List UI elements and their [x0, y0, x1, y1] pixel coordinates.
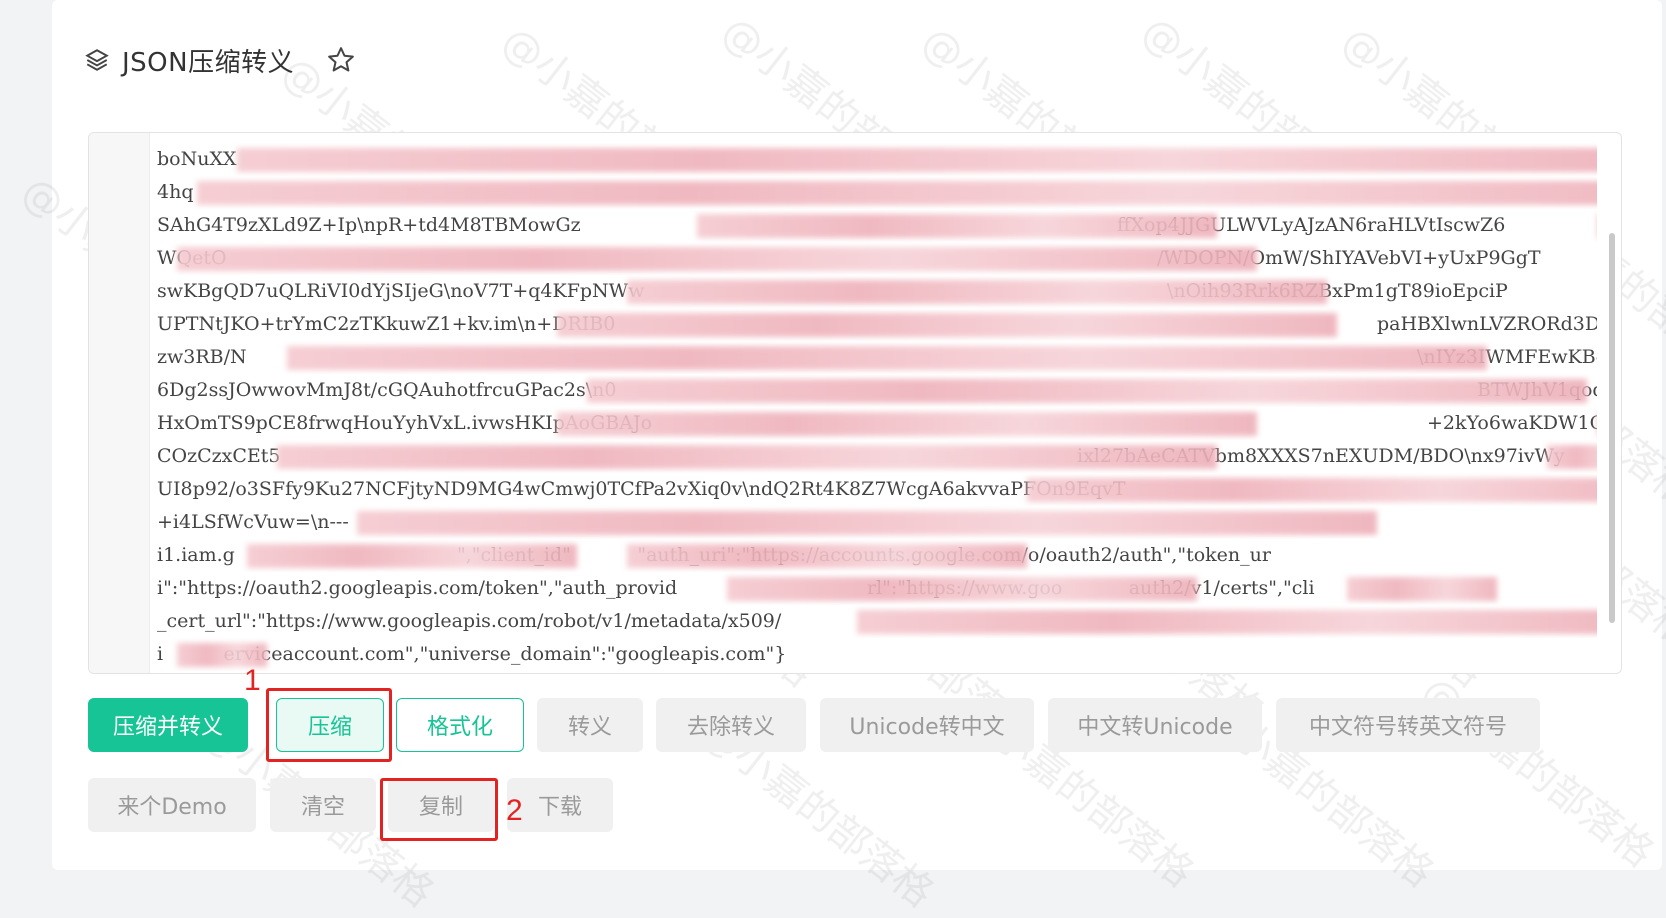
compress-button[interactable]: 压缩 [276, 698, 384, 752]
code-line: 6Dg2ssJOwwovMmJ8t/cGQAuhotfrcuGPac2s\n0B… [157, 374, 1597, 407]
redacted-blur [857, 610, 1597, 634]
code-area[interactable]: boNuXX 4hq SAhG4T9zXLd9Z+Ip\npR+td4M8TBMow… [157, 143, 1597, 671]
code-line: COzCzxCEt5 ixl27bAeCATVbm8XXXS7nEXUDM/BDO… [157, 440, 1597, 473]
code-line: i erviceaccount.com","universe_domain":"… [157, 638, 1597, 671]
code-line: zw3RB/N\nIYz3IWMFEwKBgBO2LS5 [157, 341, 1597, 374]
code-line: WQetO/WDOPN/OmW/ShIYAVebVI+yUxP9GgT [157, 242, 1597, 275]
code-line: UI8p92/o3SFfy9Ku27NCFjtyND9MG4wCmwj0TCfP… [157, 473, 1597, 506]
json-editor[interactable]: boNuXX 4hq SAhG4T9zXLd9Z+Ip\npR+td4M8TBMow… [88, 132, 1622, 674]
code-line: i1.iam.g","client_id" "auth_uri":"https:… [157, 539, 1597, 572]
download-button[interactable]: 下载 [507, 778, 613, 832]
redacted-blur [727, 577, 1197, 601]
star-icon[interactable] [326, 45, 356, 75]
code-line: HxOmTS9pCE8frwqHouYyhVxL.ivwsHKIpAoGBAJo… [157, 407, 1597, 440]
chinese-punct-to-english-button[interactable]: 中文符号转英文符号 [1276, 698, 1540, 752]
code-line: boNuXX [157, 143, 1597, 176]
format-button[interactable]: 格式化 [396, 698, 524, 752]
code-line: 4hq [157, 176, 1597, 209]
code-line-text: boNuXX [157, 148, 237, 170]
editor-scrollbar[interactable] [1609, 233, 1615, 623]
clear-button[interactable]: 清空 [270, 778, 376, 832]
copy-button[interactable]: 复制 [388, 778, 494, 832]
code-line-text: COzCzxCEt5 [157, 445, 281, 467]
code-line-text: UPTNtJKO+trYmC2zTKkuwZ1+kv.im\n+DRIB0 [157, 313, 616, 335]
redacted-blur [587, 379, 1587, 403]
redacted-blur [287, 346, 1487, 370]
code-line-text-right: +2kYo6waKDW1GK+nu1tf1wwsIOo\nVIc2a8Hem5C [1427, 412, 1597, 434]
title-bar: JSON压缩转义 [84, 40, 356, 80]
code-line-text: _cert_url":"https://www.googleapis.com/r… [157, 610, 782, 632]
redacted-blur [627, 280, 1327, 304]
redacted-blur [557, 412, 1257, 436]
unicode-to-chinese-button[interactable]: Unicode转中文 [820, 698, 1034, 752]
annotation-label-1: 1 [244, 664, 261, 697]
page-title: JSON压缩转义 [122, 47, 295, 78]
layers-icon [85, 49, 109, 71]
demo-button[interactable]: 来个Demo [88, 778, 256, 832]
code-line: UPTNtJKO+trYmC2zTKkuwZ1+kv.im\n+DRIB0 paH… [157, 308, 1597, 341]
redacted-blur [627, 544, 1027, 568]
code-line: _cert_url":"https://www.googleapis.com/r… [157, 605, 1597, 638]
redacted-blur [247, 544, 577, 568]
code-line-text: 6Dg2ssJOwwovMmJ8t/cGQAuhotfrcuGPac2s\n0 [157, 379, 617, 401]
code-line-text: swKBgQD7uQLRiVI0dYjSIjeG\noV7T+q4KFpNWw [157, 280, 645, 302]
redacted-blur [357, 511, 1377, 535]
unescape-button[interactable]: 去除转义 [656, 698, 806, 752]
redacted-blur [1547, 445, 1597, 469]
compress-escape-button[interactable]: 压缩并转义 [88, 698, 248, 752]
redacted-blur [1347, 577, 1497, 601]
code-line: +i4LSfWcVuw=\n--- [157, 506, 1597, 539]
code-line-text: SAhG4T9zXLd9Z+Ip\npR+td4M8TBMowGz [157, 214, 581, 236]
chinese-to-unicode-button[interactable]: 中文转Unicode [1048, 698, 1262, 752]
redacted-blur [1027, 478, 1597, 502]
redacted-blur [177, 247, 1257, 271]
annotation-label-2: 2 [506, 794, 523, 827]
line-gutter [89, 133, 150, 673]
redacted-blur [197, 181, 1597, 205]
code-line-text-right: paHBXlwnLVZRORd3DqbkB [1377, 313, 1597, 335]
code-line-text: i":"https://oauth2.googleapis.com/token"… [157, 577, 678, 599]
code-line-text: +i4LSfWcVuw=\n--- [157, 511, 349, 533]
code-line: SAhG4T9zXLd9Z+Ip\npR+td4M8TBMowGz ffXop4J… [157, 209, 1597, 242]
redacted-blur [277, 445, 1217, 469]
code-line-text: zw3RB/N [157, 346, 247, 368]
redacted-blur [697, 214, 1217, 238]
redacted-blur [237, 148, 1597, 172]
escape-button[interactable]: 转义 [537, 698, 643, 752]
code-line: i":"https://oauth2.googleapis.com/token"… [157, 572, 1597, 605]
redacted-blur [557, 313, 1337, 337]
code-line: swKBgQD7uQLRiVI0dYjSIjeG\noV7T+q4KFpNWw \… [157, 275, 1597, 308]
code-line-text: UI8p92/o3SFfy9Ku27NCFjtyND9MG4wCmwj0TCfP… [157, 478, 1126, 500]
code-line-text: 4hq [157, 181, 194, 203]
code-line-text: i1.iam.g [157, 544, 235, 566]
